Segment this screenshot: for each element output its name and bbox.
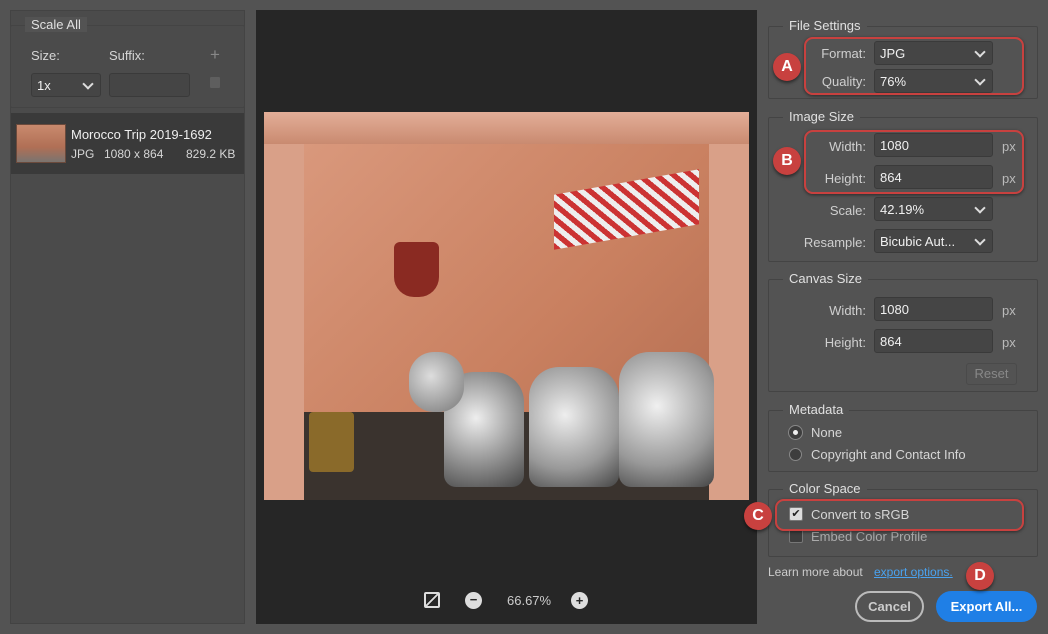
asset-filesize: 829.2 KB xyxy=(186,147,236,161)
asset-name: Morocco Trip 2019-1692 xyxy=(71,127,212,142)
canvas-height-input[interactable]: 864 xyxy=(874,329,993,353)
radio-copyright[interactable] xyxy=(789,448,802,461)
asset-item[interactable]: Morocco Trip 2019-1692 JPG 1080 x 864 82… xyxy=(11,113,244,174)
canvas-size-legend: Canvas Size xyxy=(783,271,868,286)
file-settings-legend: File Settings xyxy=(783,18,867,33)
size-select[interactable]: 1x xyxy=(31,73,101,97)
zoom-out-icon[interactable]: − xyxy=(465,592,482,609)
zoom-in-icon[interactable]: + xyxy=(571,592,588,609)
embed-profile-checkbox[interactable] xyxy=(789,529,803,543)
asset-format: JPG xyxy=(71,147,95,161)
image-size-legend: Image Size xyxy=(783,109,861,124)
plus-icon[interactable]: + xyxy=(210,45,220,65)
annotation-b-outline xyxy=(804,130,1024,194)
resample-label: Resample: xyxy=(803,235,866,250)
scale-label: Scale: xyxy=(829,203,866,218)
metadata-option-copyright: Copyright and Contact Info xyxy=(811,447,966,462)
asset-dimensions: 1080 x 864 xyxy=(104,147,164,161)
scale-select[interactable]: 42.19% xyxy=(874,197,993,221)
canvas-height-label: Height: xyxy=(824,335,866,350)
canvas-width-input[interactable]: 1080 xyxy=(874,297,993,321)
annotation-a-badge: A xyxy=(773,53,801,81)
preview-image xyxy=(264,112,749,500)
metadata-option-none: None xyxy=(811,425,843,440)
metadata-legend: Metadata xyxy=(783,402,850,417)
size-value: 1x xyxy=(37,78,51,93)
export-all-button[interactable]: Export All... xyxy=(936,591,1037,622)
zoom-level: 66.67% xyxy=(507,593,552,608)
suffix-input[interactable] xyxy=(109,73,190,97)
asset-thumbnail xyxy=(16,124,66,163)
reset-button[interactable]: Reset xyxy=(966,363,1017,385)
export-options-link[interactable]: export options. xyxy=(874,565,953,579)
annotation-b-badge: B xyxy=(773,147,801,175)
metadata-group: Metadata xyxy=(768,402,1038,472)
scale-value: 42.19% xyxy=(880,202,925,217)
trash-icon[interactable] xyxy=(210,77,220,88)
color-space-legend: Color Space xyxy=(783,481,867,496)
resample-value: Bicubic Aut... xyxy=(880,234,956,249)
embed-profile-label: Embed Color Profile xyxy=(811,529,928,544)
resample-select[interactable]: Bicubic Aut... xyxy=(874,229,993,253)
annotation-c-outline xyxy=(775,499,1024,531)
learn-more-text: Learn more about xyxy=(768,565,863,579)
canvas-width-unit: px xyxy=(1002,303,1016,318)
annotation-c-badge: C xyxy=(744,502,772,530)
cancel-button[interactable]: Cancel xyxy=(855,591,924,622)
radio-none[interactable] xyxy=(789,426,802,439)
canvas-height-unit: px xyxy=(1002,335,1016,350)
size-label: Size: xyxy=(31,48,60,63)
annotation-d-badge: D xyxy=(966,562,994,590)
annotation-a-outline xyxy=(804,37,1024,95)
suffix-label: Suffix: xyxy=(109,48,145,63)
scale-all-legend: Scale All xyxy=(25,17,87,32)
fit-view-icon[interactable] xyxy=(424,592,440,608)
canvas-width-label: Width: xyxy=(829,303,866,318)
